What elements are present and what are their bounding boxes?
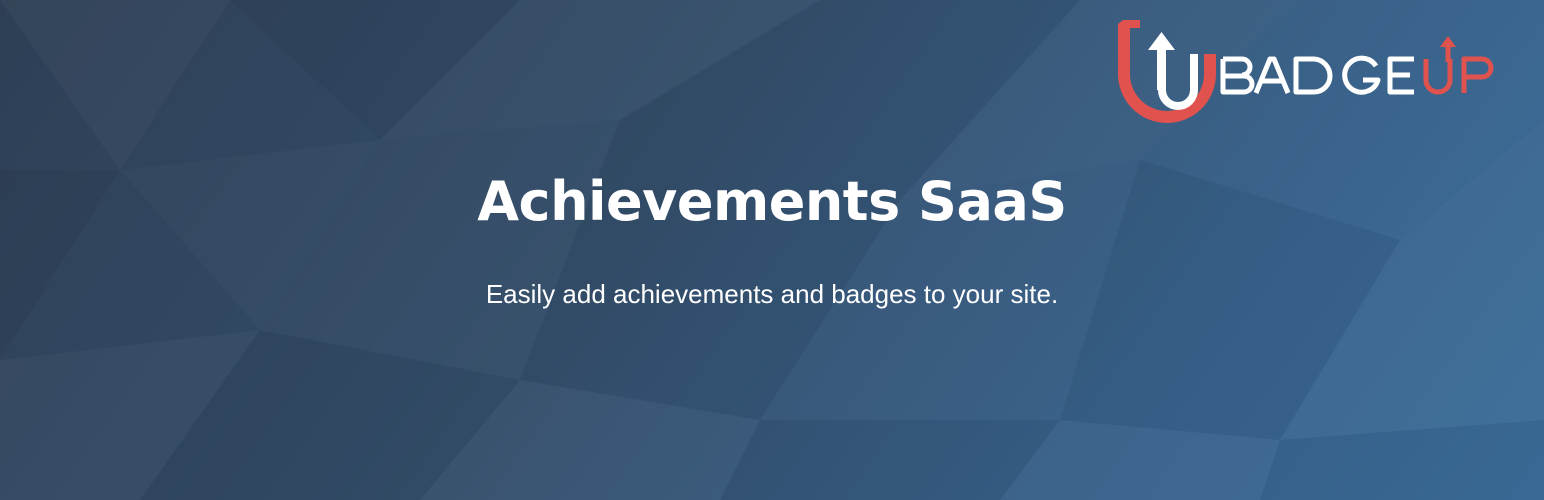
badgeup-logo[interactable] <box>1118 14 1528 124</box>
badgeup-logo-graphic <box>1118 20 1494 123</box>
banner: Achievements SaaS Easily add achievement… <box>0 0 1544 500</box>
badgeup-wordmark-badge <box>1220 55 1414 95</box>
badgeup-emblem-icon <box>1118 20 1216 123</box>
badgeup-up-arrow-icon <box>1440 36 1456 62</box>
badgeup-wordmark-up <box>1423 56 1494 95</box>
page-title: Achievements SaaS <box>477 170 1067 233</box>
tagline: Easily add achievements and badges to yo… <box>485 279 1059 309</box>
